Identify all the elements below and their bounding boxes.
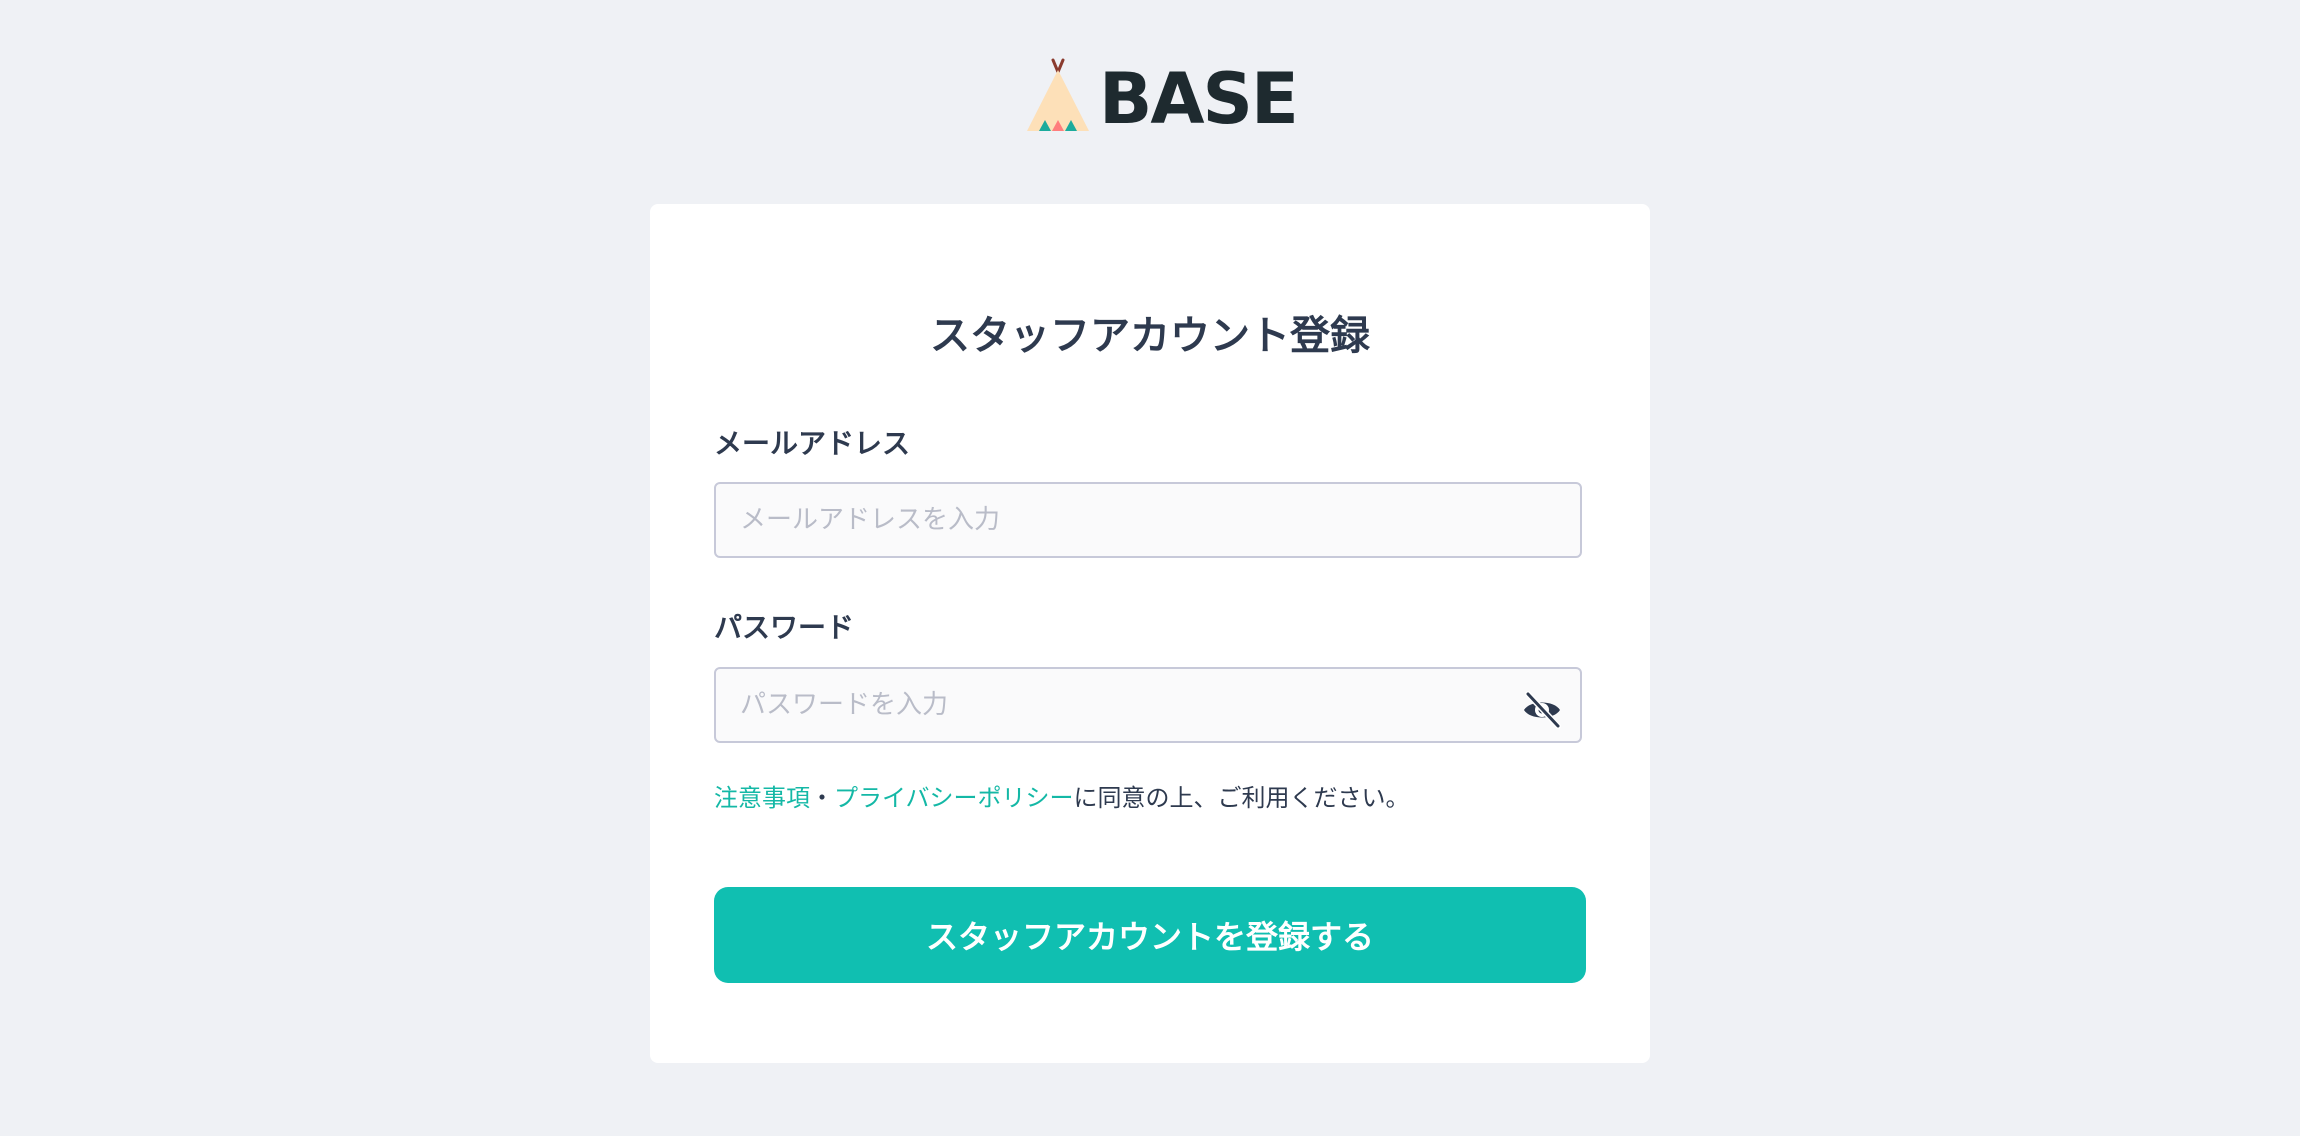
privacy-policy-link[interactable]: プライバシーポリシー bbox=[834, 784, 1074, 812]
teepee-icon bbox=[1027, 58, 1089, 131]
notes-link[interactable]: 注意事項 bbox=[714, 784, 810, 812]
register-button[interactable]: スタッフアカウントを登録する bbox=[714, 887, 1586, 983]
consent-suffix: に同意の上、ご利用ください。 bbox=[1073, 784, 1410, 812]
consent-separator: ・ bbox=[810, 784, 834, 812]
password-input[interactable] bbox=[714, 667, 1582, 743]
password-label: パスワード bbox=[714, 611, 855, 644]
email-input[interactable] bbox=[714, 482, 1582, 558]
page-title: スタッフアカウント登録 bbox=[930, 313, 1370, 359]
brand-logo: BASE bbox=[1025, 58, 1299, 140]
consent-text: 注意事項・プライバシーポリシーに同意の上、ご利用ください。 bbox=[714, 774, 1410, 822]
brand-name: BASE bbox=[1099, 58, 1299, 140]
registration-card: スタッフアカウント登録 メールアドレス パスワード 注意事項・プライバシーポリシ… bbox=[650, 204, 1650, 1063]
email-label: メールアドレス bbox=[714, 427, 911, 460]
eye-slash-icon[interactable] bbox=[1520, 688, 1564, 732]
